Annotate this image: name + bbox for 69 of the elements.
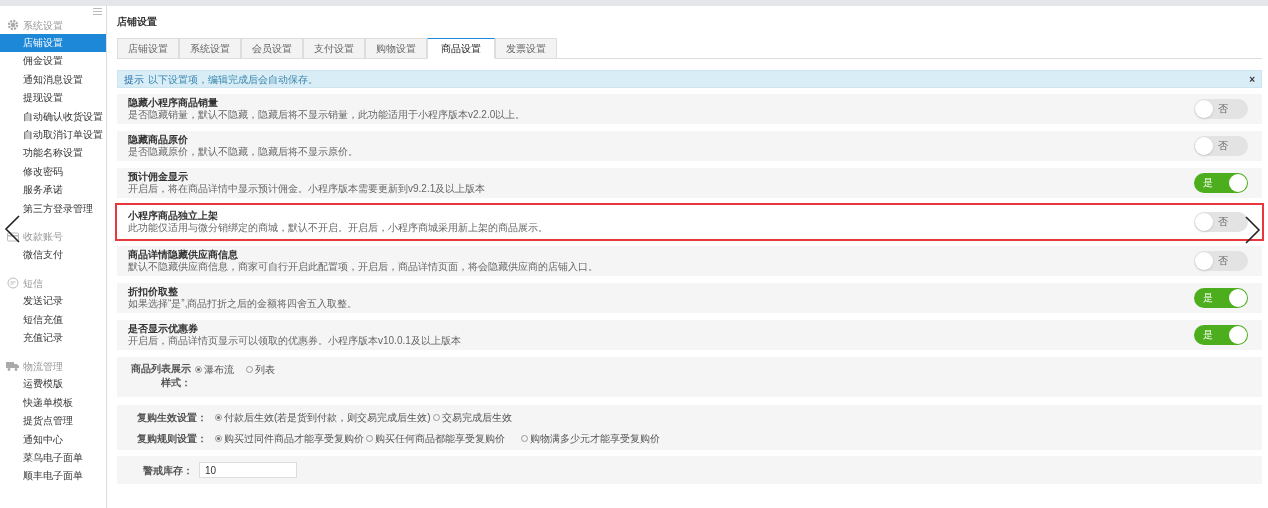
sidebar-item[interactable]: 提货点管理	[0, 412, 106, 431]
sidebar-item[interactable]: 功能名称设置	[0, 144, 106, 163]
page-title: 店铺设置	[117, 15, 158, 28]
notice-label: 提示	[124, 72, 144, 87]
setting-title: 隐藏小程序商品销量	[128, 97, 219, 109]
radio-option[interactable]: 列表	[246, 362, 275, 376]
radio-option[interactable]: 交易完成后生效	[432, 409, 512, 425]
sidebar-item[interactable]: 微信支付	[0, 245, 106, 265]
setting-description: 默认不隐藏供应商信息，商家可自行开启此配置项，开启后，商品详情页面，将会隐藏供应商的店铺入口。	[128, 261, 598, 273]
sidebar-item[interactable]: 佣金设置	[0, 52, 106, 71]
setting-description: 是否隐藏销量，默认不隐藏，隐藏后将不显示销量，此功能适用于小程序版本v2.2.0以上。	[128, 109, 526, 121]
setting-title: 小程序商品独立上架	[128, 210, 219, 222]
tab[interactable]: 系统设置	[179, 38, 241, 59]
sidebar-item[interactable]: 自动确认收货设置	[0, 107, 106, 126]
toggle-switch[interactable]: 否	[1194, 99, 1248, 119]
notice-text: 以下设置项，编辑完成后会自动保存。	[148, 72, 318, 87]
setting-description: 开启后，将在商品详情中显示预计佣金。小程序版本需要更新到v9.2.1及以上版本	[128, 183, 486, 195]
gear-icon	[6, 19, 19, 31]
toggle-switch[interactable]: 否	[1194, 136, 1248, 156]
sidebar-group-title: 系统设置	[23, 18, 63, 33]
radio-option[interactable]: 购物满多少元才能享受复购价	[521, 430, 660, 446]
tab[interactable]: 支付设置	[303, 38, 365, 59]
setting-description: 此功能仅适用与微分销绑定的商城，默认不开启。开启后，小程序商城采用新上架的商品展示。	[128, 222, 548, 234]
radio-option[interactable]: 购买任何商品都能享受复购价	[366, 430, 505, 446]
stock-input[interactable]: 10	[199, 462, 297, 478]
sidebar-item[interactable]: 短信充值	[0, 310, 106, 330]
radio-option[interactable]: 瀑布流	[195, 362, 234, 376]
sidebar-item[interactable]: 运费模版	[0, 375, 106, 394]
sidebar-group-title: 短信	[23, 276, 43, 291]
tab[interactable]: 商品设置	[427, 38, 495, 59]
setting-title: 是否显示优惠券	[128, 323, 199, 335]
setting-title: 隐藏商品原价	[128, 134, 189, 146]
setting-description: 如果选择“是”,商品打折之后的金额将四舍五入取整。	[128, 298, 358, 310]
sidebar-item[interactable]: 通知中心	[0, 430, 106, 450]
sidebar-item[interactable]: 提现设置	[0, 89, 106, 108]
setting-description: 是否隐藏原价，默认不隐藏，隐藏后将不显示原价。	[128, 146, 358, 158]
tab[interactable]: 发票设置	[495, 38, 557, 59]
close-button[interactable]: ×	[1249, 71, 1255, 87]
field-label: 复购生效设置：	[137, 410, 208, 425]
sidebar-item[interactable]: 顺丰电子面单	[0, 467, 106, 486]
radio-option[interactable]: 购买过同件商品才能享受复购价	[215, 430, 364, 446]
card-icon	[6, 231, 19, 242]
field-label: 警戒库存：	[143, 463, 193, 478]
toggle-switch[interactable]: 否	[1194, 251, 1248, 271]
sidebar-item[interactable]: 修改密码	[0, 162, 106, 182]
chat-icon	[6, 277, 19, 290]
sidebar-item[interactable]: 菜鸟电子面单	[0, 449, 106, 468]
radio-option[interactable]: 付款后生效(若是货到付款，则交易完成后生效)	[215, 409, 431, 425]
setting-title: 商品详情隐藏供应商信息	[128, 249, 239, 261]
field-label: 复购规则设置：	[137, 431, 208, 446]
sidebar-item[interactable]: 第三方登录管理	[0, 199, 106, 218]
tab[interactable]: 店铺设置	[117, 38, 179, 59]
sidebar-group-title: 收款账号	[23, 230, 63, 245]
setting-description: 开启后，商品详情页显示可以领取的优惠券。小程序版本v10.0.1及以上版本	[128, 335, 461, 347]
sidebar-item[interactable]: 自动取消订单设置	[0, 125, 106, 145]
tab[interactable]: 购物设置	[365, 38, 427, 59]
toggle-switch[interactable]: 否	[1194, 212, 1248, 232]
sidebar-item[interactable]: 通知消息设置	[0, 70, 106, 90]
sidebar-item[interactable]: 充值记录	[0, 329, 106, 348]
sidebar-item[interactable]: 服务承诺	[0, 181, 106, 200]
field-label: 商品列表展示样式：	[130, 362, 191, 390]
setting-title: 预计佣金显示	[128, 171, 189, 183]
setting-title: 折扣价取整	[128, 286, 179, 298]
truck-icon	[6, 361, 19, 372]
sidebar-group-title: 物流管理	[23, 359, 63, 374]
sidebar-item[interactable]: 发送记录	[0, 292, 106, 311]
sidebar-item[interactable]: 店铺设置	[0, 34, 106, 53]
sidebar-item[interactable]: 快递单模板	[0, 393, 106, 413]
tab[interactable]: 会员设置	[241, 38, 303, 59]
